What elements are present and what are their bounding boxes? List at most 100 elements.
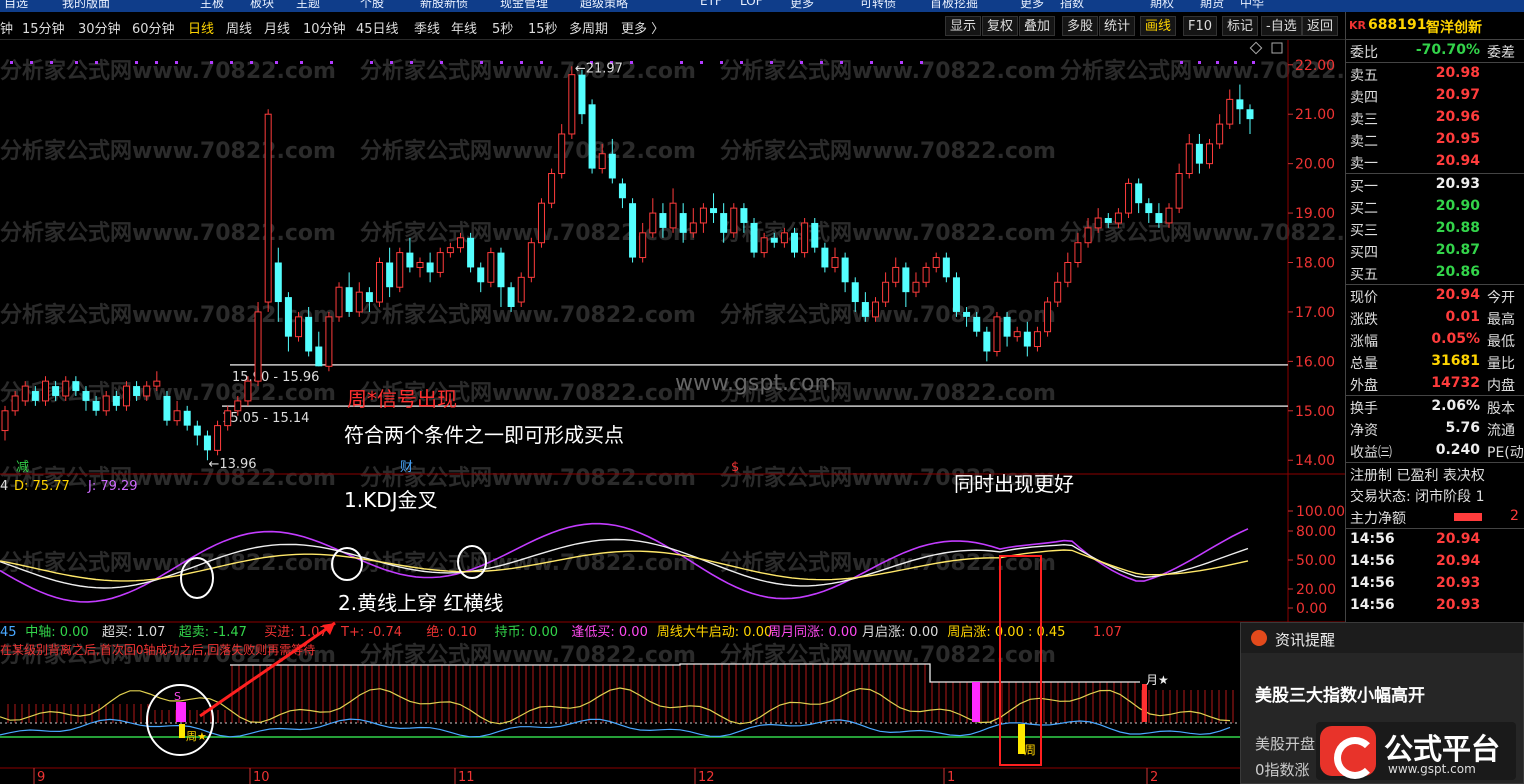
toolbar-button[interactable]: F10 — [1183, 16, 1218, 36]
candle-body-down — [821, 247, 829, 268]
candle-body-up — [882, 281, 890, 303]
candle-body-up — [1074, 242, 1082, 264]
period-tab[interactable]: 30分钟 — [78, 18, 121, 37]
period-tab[interactable]: 钟 — [0, 18, 13, 37]
candle-body-up — [487, 252, 495, 283]
date-label: 10 — [253, 770, 270, 784]
top-menu-item[interactable]: 新股新债 — [420, 0, 468, 11]
indicator-value: 持币: 0.00 — [495, 625, 558, 640]
candle-body-down — [1135, 183, 1143, 204]
period-tab[interactable]: 更多 〉 — [621, 18, 664, 37]
candle-body-down — [72, 381, 80, 392]
toolbar-button[interactable]: 统计 — [1099, 16, 1136, 36]
tick-list: 14:56 20.94 14:56 20.94 14:56 20.93 14:56 20.93 — [1346, 528, 1524, 617]
candle-body-up — [234, 400, 242, 412]
tick-time: 14:56 — [1350, 531, 1395, 547]
signal-zhou-star: 周★ — [186, 730, 207, 743]
top-menu-item[interactable]: ETF — [700, 0, 722, 8]
candle-body-down — [710, 208, 718, 214]
period-tab[interactable]: 年线 — [451, 18, 477, 37]
signal-dot — [75, 61, 78, 64]
signal-dot — [390, 61, 393, 64]
candle-body-down — [315, 346, 323, 367]
toolbar-button[interactable]: 标记 — [1222, 16, 1259, 36]
axis-label: 15.00 — [1295, 404, 1335, 420]
top-menu-item[interactable]: 首板挖掘 — [930, 0, 978, 11]
top-menu-item[interactable]: 中华 — [1240, 0, 1264, 11]
candle-body-down — [608, 153, 616, 179]
stat-row-label: 涨跌 — [1350, 312, 1378, 328]
top-menu-item[interactable]: 指数 — [1060, 0, 1084, 11]
toolbar-button[interactable]: -自选 — [1261, 16, 1302, 36]
candle-body-down — [952, 277, 960, 312]
candle-body-down — [426, 262, 434, 273]
candle-body-up — [295, 316, 303, 338]
top-menu-item[interactable]: 期权 — [1150, 0, 1174, 11]
stat-row-label: 外盘 — [1350, 378, 1378, 394]
top-menu-item[interactable]: 板块 — [250, 0, 274, 11]
top-menu-item[interactable]: LOF — [740, 0, 763, 8]
top-menu-item[interactable]: 个股 — [360, 0, 384, 11]
top-menu-item[interactable]: 我的版面 — [62, 0, 110, 11]
top-menu-item[interactable]: 超级策略 — [580, 0, 628, 11]
toolbar-button[interactable]: 返回 — [1302, 16, 1339, 36]
candle-body-down — [811, 222, 819, 248]
sell-level-label: 卖一 — [1350, 156, 1378, 172]
top-menu-item[interactable]: 自选 — [4, 0, 28, 11]
candle-body-down — [467, 237, 475, 268]
main-flow-label: 主力净额 — [1350, 511, 1406, 527]
toolbar-button[interactable]: 画线 — [1140, 16, 1177, 36]
toolbar-button[interactable]: 显示 — [945, 16, 982, 36]
watermark-gspt: www.gspt.com — [675, 371, 836, 396]
candle-body-down — [588, 104, 596, 169]
period-tab[interactable]: 周线 — [226, 18, 252, 37]
period-tab[interactable]: 季线 — [414, 18, 440, 37]
signal-dot — [870, 61, 873, 64]
toolbar-button[interactable]: 叠加 — [1019, 16, 1056, 36]
period-tab[interactable]: 5秒 — [492, 18, 513, 37]
period-tab[interactable]: 多周期 — [569, 18, 608, 37]
candle-body-up — [558, 133, 566, 175]
candle-body-up — [41, 380, 49, 402]
candle-body-up — [446, 247, 454, 254]
indicator-value: T+: -0.74 — [340, 625, 402, 640]
signal-dot — [1216, 61, 1219, 64]
period-tab[interactable]: 10分钟 — [303, 18, 346, 37]
top-menu-item[interactable]: 主板 — [200, 0, 224, 11]
top-menu-item[interactable]: 期货 — [1200, 0, 1224, 11]
signal-yue: 月★ — [1146, 673, 1169, 687]
chart-svg[interactable]: 分析家公式网www.70822.com 分析家公式网www.70822.com 分析… — [0, 40, 1345, 784]
indicator-value: 周月同涨: 0.00 — [768, 625, 857, 640]
candle-body-down — [902, 267, 910, 293]
buy-level: 买五 20.86 — [1346, 262, 1524, 284]
notification-headline[interactable]: 美股三大指数小幅高开 — [1255, 681, 1425, 706]
chart-area[interactable]: 分析家公式网www.70822.com 分析家公式网www.70822.com 分析… — [0, 40, 1345, 784]
sell-book: 卖五 20.98 卖四 20.97 卖三 20.96 卖二 20.95 卖一 20.94 — [1346, 62, 1524, 173]
top-menu-item[interactable]: 主题 — [296, 0, 320, 11]
signal-dot — [630, 61, 633, 64]
sell-level-label: 卖二 — [1350, 134, 1378, 150]
sell-level-value: 20.98 — [1435, 65, 1480, 81]
tick-price: 20.93 — [1436, 575, 1481, 591]
period-tab[interactable]: 45日线 — [356, 18, 399, 37]
period-tab[interactable]: 日线 — [188, 18, 214, 37]
buy-level-value: 20.88 — [1435, 220, 1480, 236]
period-tab[interactable]: 15分钟 — [22, 18, 65, 37]
stat-row-label: 总量 — [1350, 356, 1378, 372]
stat-row-value: 2.06% — [1431, 398, 1480, 414]
top-menu-item[interactable]: 可转债 — [860, 0, 896, 11]
stock-name: 智洋创新 — [1426, 20, 1482, 36]
period-tab[interactable]: 15秒 — [528, 18, 558, 37]
period-tab[interactable]: 月线 — [264, 18, 290, 37]
candle-body-up — [669, 202, 677, 229]
signal-bar-magenta-2 — [972, 682, 980, 722]
period-tab[interactable]: 60分钟 — [132, 18, 175, 37]
top-menu-item[interactable]: 更多 — [790, 0, 814, 11]
top-menu-item[interactable]: 更多 — [1020, 0, 1044, 11]
toolbar-button[interactable]: 复权 — [982, 16, 1019, 36]
toolbar-button[interactable]: 多股 — [1062, 16, 1099, 36]
candle-body-down — [659, 213, 667, 228]
top-menu-item[interactable]: 现金管理 — [500, 0, 548, 11]
sell-level-label: 卖四 — [1350, 90, 1378, 106]
candle-body-up — [871, 301, 879, 318]
